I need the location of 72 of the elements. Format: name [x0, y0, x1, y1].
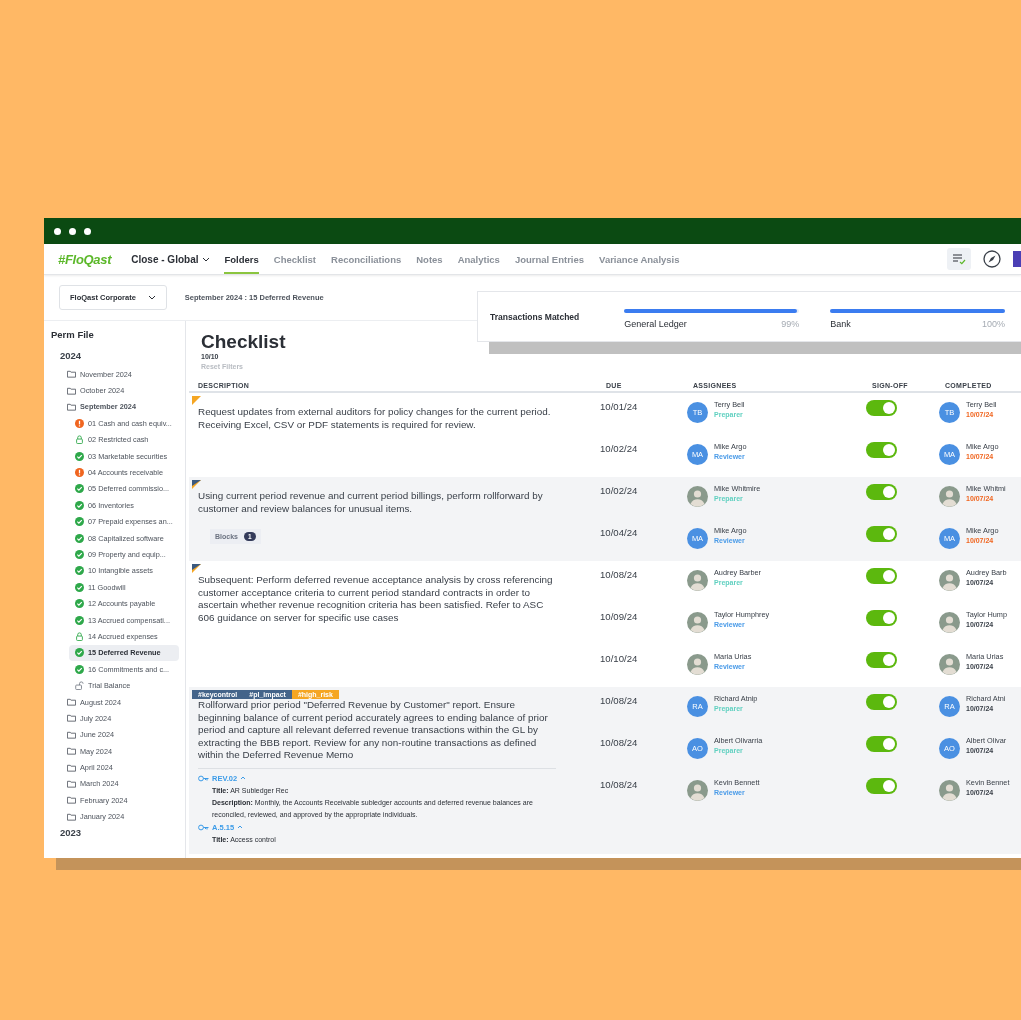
- avatar-silhouette: [687, 570, 708, 591]
- due-date: 10/08/24: [600, 695, 639, 706]
- due-date: 10/02/24: [600, 443, 639, 454]
- task-description: Subsequent: Perform deferred revenue acceptance analysis by cross referencing customer acceptance criteria to current period standard contracts in order to ascertain whether revenue recognition criteria has been satisfied. Refer to ASC 606 guidance on server for specific use cases: [197, 574, 554, 624]
- sign-off-toggle[interactable]: [866, 568, 897, 584]
- lock-icon: [75, 435, 84, 445]
- sign-off-toggle[interactable]: [866, 400, 897, 416]
- avatar-silhouette: [687, 612, 708, 633]
- chevron-down-icon: [147, 295, 156, 300]
- sign-off-toggle[interactable]: [866, 694, 897, 710]
- due-date: 10/01/24: [600, 401, 639, 412]
- chevron-down-icon: [202, 256, 211, 262]
- due-date: 10/04/24: [600, 527, 639, 538]
- check-circle-icon: [75, 517, 84, 527]
- due-date: 10/10/24: [600, 653, 639, 664]
- sign-off-toggle[interactable]: [866, 778, 897, 794]
- unlock-icon: [75, 681, 84, 691]
- sign-off-toggle[interactable]: [866, 526, 897, 542]
- check-circle-icon: [75, 664, 84, 674]
- due-date: 10/08/24: [600, 569, 639, 580]
- key-icon: [198, 774, 209, 782]
- year-item[interactable]: 2024: [60, 348, 185, 363]
- meter-reading: 99%: [781, 318, 800, 329]
- page-title: Checklist: [201, 331, 286, 353]
- check-circle-icon: [75, 599, 84, 609]
- sidebar-title: Perm File: [51, 329, 95, 340]
- compass-icon[interactable]: [983, 250, 1001, 268]
- avatar-silhouette: [939, 486, 960, 507]
- sign-off-toggle[interactable]: [866, 442, 897, 458]
- avatar-silhouette: [687, 654, 708, 675]
- sign-off-toggle[interactable]: [866, 484, 897, 500]
- avatar-silhouette: [939, 570, 960, 591]
- sign-off-toggle[interactable]: [866, 652, 897, 668]
- sign-off-toggle[interactable]: [866, 736, 897, 752]
- check-circle-icon: [75, 484, 84, 494]
- chevron-up-icon: [237, 825, 244, 829]
- check-circle-icon: [75, 648, 84, 658]
- lock-icon: [75, 631, 84, 641]
- avatar-silhouette: [939, 780, 960, 801]
- check-circle-icon: [75, 533, 84, 543]
- due-date: 10/08/24: [600, 779, 639, 790]
- meter-reading: 100%: [981, 318, 1005, 329]
- checklist-button[interactable]: [947, 248, 971, 270]
- avatar-silhouette: [939, 654, 960, 675]
- key-icon: [198, 823, 209, 831]
- warning-icon: [75, 418, 84, 428]
- chevron-up-icon: [240, 776, 247, 780]
- due-date: 10/09/24: [600, 611, 639, 622]
- check-circle-icon: [75, 566, 84, 576]
- task-description: Rollforward prior period "Deferred Revenue by Customer" report. Ensure beginning balance of current period accurately agrees to ending balance of prior period and capture all relevant deferred revenue transactions within the GL by extracting the BBB report. Review for any non-routine transactions as defined within the Deferred Revenue Memo: [197, 699, 549, 762]
- due-date: 10/08/24: [600, 737, 639, 748]
- avatar-silhouette: [687, 486, 708, 507]
- meter-label: General Ledger: [624, 318, 687, 329]
- logo: #FloQast: [58, 250, 112, 269]
- list-check-icon: [952, 253, 966, 265]
- due-date: 10/02/24: [600, 485, 639, 496]
- avatar-silhouette: [939, 612, 960, 633]
- check-circle-icon: [75, 582, 84, 592]
- card-title: Transactions Matched: [490, 311, 581, 322]
- nav-tab[interactable]: Folders: [224, 244, 259, 274]
- check-circle-icon: [75, 451, 84, 461]
- meter-label: Bank: [830, 318, 851, 329]
- sign-off-toggle[interactable]: [866, 610, 897, 626]
- warning-icon: [75, 468, 84, 478]
- year-item[interactable]: 2023: [60, 824, 185, 840]
- task-description: Using current period revenue and current period billings, perform rollforward by customer and review balances for unusual items.: [197, 490, 544, 515]
- check-circle-icon: [75, 500, 84, 510]
- task-description: Request updates from external auditors for policy changes for the current period. Receiving Excel, CSV or PDF statements is required for review.: [197, 406, 552, 431]
- workspace-dropdown[interactable]: Close - Global: [131, 244, 211, 274]
- check-circle-icon: [75, 550, 84, 559]
- check-circle-icon: [75, 615, 84, 625]
- avatar-silhouette: [687, 780, 708, 801]
